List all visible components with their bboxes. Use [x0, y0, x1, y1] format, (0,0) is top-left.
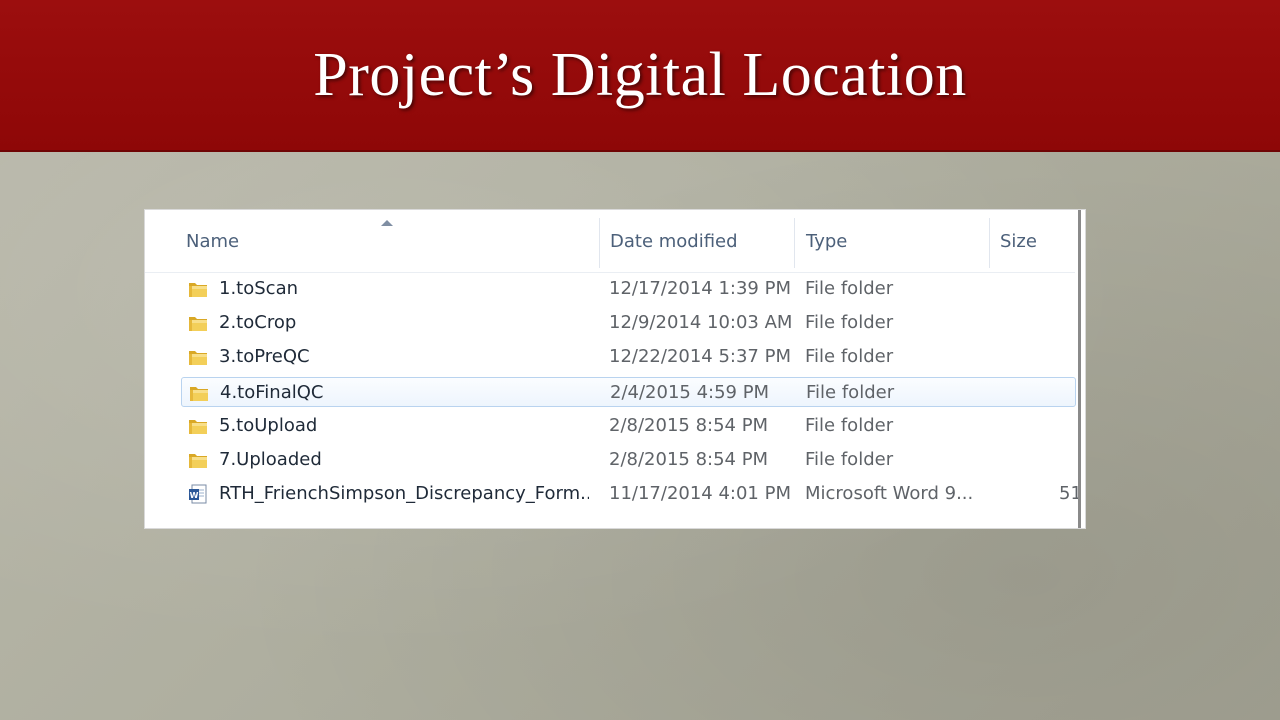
list-item-selected[interactable]: 4.toFinalQC 2/4/2015 4:59 PM File folder — [181, 376, 1076, 407]
folder-icon — [187, 312, 209, 334]
file-name: RTH_FrienchSimpson_Discrepancy_Form... — [219, 483, 589, 505]
column-divider[interactable] — [599, 218, 600, 268]
file-explorer-list: Name Date modified Type Size 1.toScan 12/… — [145, 210, 1085, 528]
file-type: File folder — [805, 449, 894, 470]
file-size: 51 — [1059, 483, 1082, 505]
list-item[interactable]: 2.toCrop 12/9/2014 10:03 AM File folder — [181, 308, 1076, 338]
folder-icon — [187, 278, 209, 300]
slide-title: Project’s Digital Location — [313, 41, 967, 109]
file-size — [1059, 411, 1085, 441]
word-document-icon: W — [187, 483, 209, 505]
file-size — [1059, 342, 1085, 372]
file-type: File folder — [805, 414, 894, 436]
column-header-type[interactable]: Type — [806, 210, 986, 272]
date-modified: 12/22/2014 5:37 PM — [609, 346, 791, 368]
list-item[interactable]: 3.toPreQC 12/22/2014 5:37 PM File folder — [181, 342, 1076, 372]
file-size — [1059, 308, 1085, 338]
pane-edge — [1078, 210, 1081, 528]
list-item[interactable]: W RTH_FrienchSimpson_Discrepancy_Form... 1… — [181, 479, 1082, 509]
date-modified: 11/17/2014 4:01 PM — [609, 483, 791, 505]
title-band: Project’s Digital Location — [0, 0, 1280, 152]
date-modified: 12/9/2014 10:03 AM — [609, 312, 793, 334]
file-type: File folder — [805, 312, 894, 334]
folder-icon — [187, 449, 209, 471]
list-item[interactable]: 7.Uploaded 2/8/2015 8:54 PM File folder — [181, 445, 1076, 475]
folder-icon — [187, 346, 209, 368]
date-modified: 2/8/2015 8:54 PM — [609, 414, 769, 436]
column-header-size[interactable]: Size — [1000, 210, 1070, 272]
svg-text:W: W — [190, 491, 199, 500]
column-divider[interactable] — [989, 218, 990, 268]
folder-icon — [188, 382, 210, 404]
column-header-name[interactable]: Name — [186, 210, 586, 272]
list-item[interactable]: 5.toUpload 2/8/2015 8:54 PM File folder — [181, 411, 1076, 441]
file-name: 5.toUpload — [219, 414, 318, 436]
date-modified: 12/17/2014 1:39 PM — [609, 278, 791, 299]
file-size — [1059, 274, 1085, 304]
file-size — [1059, 445, 1085, 475]
file-size — [1060, 378, 1085, 408]
file-name: 4.toFinalQC — [220, 381, 324, 403]
file-name: 1.toScan — [219, 278, 299, 299]
column-header-row: Name Date modified Type Size — [145, 210, 1075, 273]
column-divider[interactable] — [794, 218, 795, 268]
file-name: 7.Uploaded — [219, 449, 322, 470]
file-type: Microsoft Word 9... — [805, 483, 974, 505]
file-name: 3.toPreQC — [219, 346, 310, 368]
file-type: File folder — [805, 346, 894, 368]
file-type: File folder — [805, 278, 894, 299]
column-header-date-modified[interactable]: Date modified — [610, 210, 790, 272]
file-type: File folder — [806, 381, 895, 403]
folder-icon — [187, 415, 209, 437]
list-item[interactable]: 1.toScan 12/17/2014 1:39 PM File folder — [181, 274, 1076, 304]
file-name: 2.toCrop — [219, 312, 297, 334]
date-modified: 2/4/2015 4:59 PM — [610, 381, 770, 403]
date-modified: 2/8/2015 8:54 PM — [609, 449, 769, 470]
